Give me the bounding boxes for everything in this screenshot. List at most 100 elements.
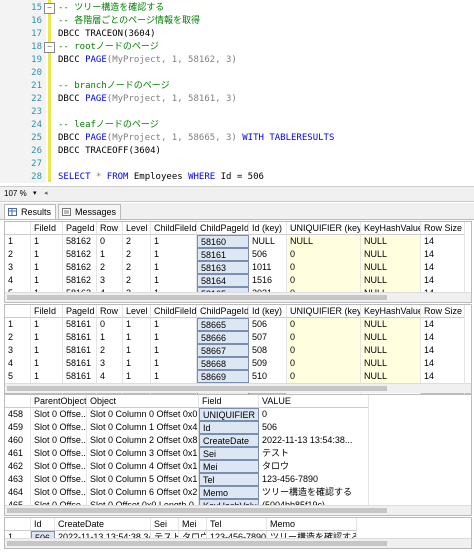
grid-cell[interactable]: 3 [97, 274, 123, 287]
grid-cell[interactable]: NULL [287, 235, 361, 248]
column-header[interactable] [5, 518, 31, 531]
grid-cell[interactable]: 58162 [63, 248, 97, 261]
column-header[interactable]: Memo [267, 518, 357, 531]
row-number[interactable]: 4 [5, 274, 31, 287]
column-header[interactable]: PageId [63, 222, 97, 235]
grid-cell[interactable]: 506 [249, 318, 287, 331]
grid-cell[interactable]: 2 [97, 344, 123, 357]
grid-cell[interactable]: 0 [287, 357, 361, 370]
grid-cell[interactable]: 58162 [63, 261, 97, 274]
grid-cell[interactable]: 58160 [197, 235, 249, 248]
grid-cell[interactable]: 2 [123, 261, 151, 274]
grid-cell[interactable]: 1 [31, 370, 63, 383]
tab-results[interactable]: Results [4, 204, 57, 219]
grid-cell[interactable]: Slot 0 Column 1 Offset 0x4... [87, 421, 199, 434]
zoom-level[interactable]: 107 % [4, 188, 34, 199]
column-header[interactable]: Row [97, 222, 123, 235]
grid-cell[interactable]: 1 [151, 318, 197, 331]
grid-cell[interactable]: 0 [287, 248, 361, 261]
column-header[interactable]: KeyHashValue [361, 305, 421, 318]
horizontal-scrollbar[interactable] [5, 383, 471, 393]
grid-cell[interactable]: 1 [31, 235, 63, 248]
code-line[interactable]: 22 DBCC PAGE(MyProject, 1, 58161, 3) [0, 92, 474, 106]
grid-cell[interactable]: 58163 [197, 261, 249, 274]
column-header[interactable] [5, 305, 31, 318]
grid-cell[interactable]: Id [199, 421, 259, 434]
result-grid-2[interactable]: FileId PageId Row Level ChildFileId ChildPage… [4, 304, 472, 396]
column-header[interactable]: PageId [63, 305, 97, 318]
grid-cell[interactable]: 1 [151, 370, 197, 383]
code-line[interactable]: 15 -- ツリー構造を確認する [0, 1, 474, 15]
grid-cell[interactable]: 1 [31, 274, 63, 287]
column-header[interactable]: ChildPageId [197, 222, 249, 235]
grid-cell[interactable]: 58161 [63, 370, 97, 383]
grid-cell[interactable]: 506 [259, 421, 369, 434]
grid-cell[interactable]: Slot 0 Column 2 Offset 0x8... [87, 434, 199, 447]
column-header[interactable]: Sei [151, 518, 179, 531]
chevron-down-icon[interactable]: ▾ [33, 188, 37, 199]
grid-cell[interactable]: 0 [259, 408, 369, 421]
code-line[interactable]: 20 [0, 66, 474, 80]
grid-cell[interactable]: Slot 0 Offse... [31, 434, 87, 447]
scrollbar-thumb[interactable] [7, 541, 387, 546]
grid-cell[interactable]: 14 [421, 235, 465, 248]
grid-cell[interactable]: 14 [421, 357, 465, 370]
code-line[interactable]: 16 -- 各階層ごとのページ情報を取得 [0, 14, 474, 28]
column-header[interactable]: Field [199, 395, 259, 408]
column-header[interactable]: KeyHashValue [361, 222, 421, 235]
column-header[interactable]: Tel [207, 518, 267, 531]
grid-cell[interactable]: NULL [249, 235, 287, 248]
code-line[interactable]: 28 SELECT * FROM Employees WHERE Id = 506 [0, 170, 474, 184]
grid-cell[interactable]: NULL [361, 261, 421, 274]
row-number[interactable]: 2 [5, 331, 31, 344]
grid-cell[interactable]: 1516 [249, 274, 287, 287]
column-header[interactable] [5, 395, 31, 408]
scrollbar-thumb[interactable] [7, 295, 387, 300]
result-grid-1[interactable]: FileId PageId Row Level ChildFileId ChildPage… [4, 221, 472, 303]
grid-cell[interactable]: 58665 [197, 318, 249, 331]
grid-cell[interactable]: 14 [421, 274, 465, 287]
grid-cell[interactable]: 1 [31, 248, 63, 261]
horizontal-scrollbar[interactable] [5, 292, 471, 302]
row-number[interactable]: 4 [5, 357, 31, 370]
grid-cell[interactable]: Slot 0 Column 5 Offset 0x1... [87, 473, 199, 486]
grid-cell[interactable]: Slot 0 Column 6 Offset 0x2... [87, 486, 199, 499]
grid-cell[interactable]: NULL [361, 235, 421, 248]
grid-cell[interactable]: 58162 [63, 235, 97, 248]
column-header[interactable]: Level [123, 305, 151, 318]
grid-cell[interactable]: 58668 [197, 357, 249, 370]
grid-cell[interactable]: 123-456-7890 [259, 473, 369, 486]
grid-cell[interactable]: 1 [97, 248, 123, 261]
code-line[interactable]: 26 DBCC TRACEOFF(3604) [0, 144, 474, 158]
column-header[interactable]: Mei [179, 518, 207, 531]
row-number[interactable]: 1 [5, 318, 31, 331]
code-line[interactable]: 17 DBCC TRACEON(3604) [0, 27, 474, 41]
grid-cell[interactable]: 1011 [249, 261, 287, 274]
column-header[interactable]: UNIQUIFIER (key) [287, 305, 361, 318]
code-line[interactable]: 19 DBCC PAGE(MyProject, 1, 58162, 3) [0, 53, 474, 67]
column-header[interactable]: ParentObject [31, 395, 87, 408]
grid-cell[interactable]: NULL [361, 274, 421, 287]
grid-cell[interactable]: NULL [361, 344, 421, 357]
code-line[interactable]: 21 -- branchノードのページ [0, 79, 474, 93]
grid-cell[interactable]: Slot 0 Offse... [31, 447, 87, 460]
code-line[interactable]: 18 -- rootノードのページ [0, 40, 474, 54]
code-line[interactable]: 23 [0, 105, 474, 119]
grid-cell[interactable]: Slot 0 Column 4 Offset 0x1... [87, 460, 199, 473]
column-header[interactable]: Row Size [421, 305, 465, 318]
grid-cell[interactable]: 58161 [63, 318, 97, 331]
column-header[interactable]: FileId [31, 305, 63, 318]
grid-cell[interactable]: 2 [123, 274, 151, 287]
column-header[interactable]: FileId [31, 222, 63, 235]
scrollbar-thumb[interactable] [7, 508, 387, 513]
column-header[interactable]: Id (key) [249, 222, 287, 235]
column-header[interactable]: Object [87, 395, 199, 408]
grid-cell[interactable]: 1 [123, 370, 151, 383]
grid-cell[interactable]: 0 [97, 318, 123, 331]
column-header[interactable]: Id (key) [249, 305, 287, 318]
code-line[interactable]: 24 -- leafノードのページ [0, 118, 474, 132]
column-header[interactable] [5, 222, 31, 235]
grid-cell[interactable]: Sei [199, 447, 259, 460]
grid-cell[interactable]: 1 [123, 357, 151, 370]
grid-cell[interactable]: 2 [123, 248, 151, 261]
